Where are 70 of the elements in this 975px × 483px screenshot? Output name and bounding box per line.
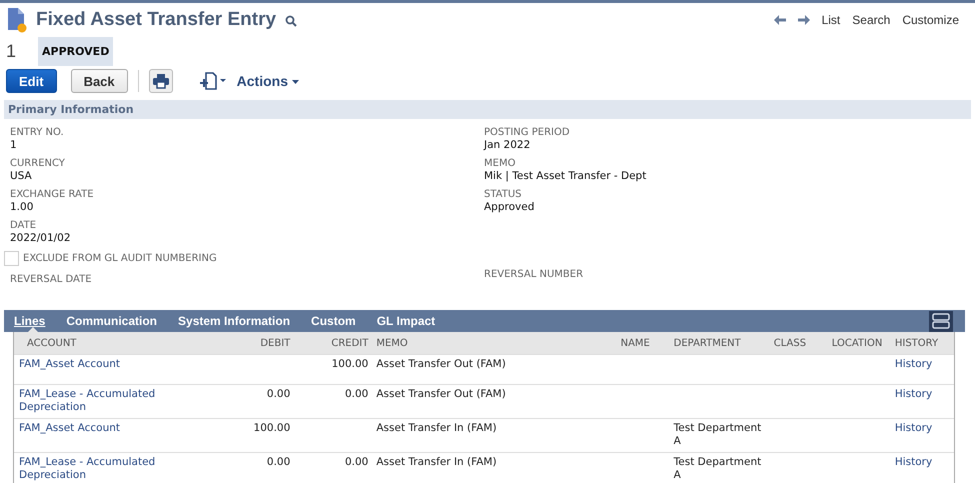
- field-label: POSTING PERIOD: [484, 127, 571, 139]
- tab[interactable]: System Information: [178, 314, 290, 328]
- field-label: STATUS: [484, 189, 523, 201]
- checkbox[interactable]: [4, 251, 19, 266]
- forward-arrow-icon[interactable]: [798, 15, 810, 25]
- tab[interactable]: Communication: [66, 314, 158, 328]
- column-header: CLASS: [770, 332, 828, 354]
- history-link[interactable]: History: [894, 456, 950, 469]
- table-cell-text: 100.00: [330, 358, 368, 371]
- table-cell-text: Asset Transfer In (FAM): [376, 422, 498, 435]
- actions-menu[interactable]: Actions: [236, 73, 300, 89]
- field-value: 1.00: [10, 201, 34, 214]
- field-value: USA: [10, 170, 33, 183]
- column-header: CREDIT: [294, 332, 372, 354]
- tab[interactable]: GL Impact: [376, 314, 436, 328]
- history-link[interactable]: History: [894, 388, 950, 401]
- table-cell-text: Asset Transfer Out (FAM): [376, 358, 507, 371]
- record-number: 1: [6, 40, 18, 62]
- nav-link[interactable]: List: [822, 13, 840, 27]
- nav-link[interactable]: Search: [852, 13, 890, 27]
- field-value: Mik | Test Asset Transfer - Dept: [484, 170, 648, 183]
- section-title: Primary Information: [8, 103, 134, 116]
- field-value: 2022/01/02: [10, 232, 72, 245]
- account-link[interactable]: FAM_Lease - Accumulated Depreciation: [19, 456, 212, 482]
- document-icon: [6, 7, 28, 33]
- column-header: ACCOUNT: [14, 332, 216, 354]
- new-document-menu-icon[interactable]: [198, 72, 227, 90]
- status-badge: APPROVED: [38, 36, 114, 66]
- page-title: Fixed Asset Transfer Entry: [36, 9, 276, 31]
- history-link[interactable]: History: [894, 422, 950, 435]
- field-value: Approved: [484, 201, 536, 214]
- search-icon[interactable]: [285, 15, 298, 27]
- view-toggle-button[interactable]: [929, 310, 953, 332]
- edit-button[interactable]: Edit: [6, 69, 57, 93]
- back-arrow-icon[interactable]: [774, 15, 786, 25]
- table-cell-text: 0.00: [344, 388, 368, 401]
- table-cell-text: 0.00: [266, 456, 290, 469]
- field-value: Jan 2022: [484, 139, 532, 152]
- table-cell-text: Asset Transfer In (FAM): [376, 456, 498, 469]
- table-cell-text: Test Department A: [674, 422, 762, 448]
- history-link[interactable]: History: [894, 358, 950, 371]
- field-label: CURRENCY: [10, 158, 66, 170]
- checkbox-label: EXCLUDE FROM GL AUDIT NUMBERING: [23, 252, 217, 264]
- column-header: DEPARTMENT: [670, 332, 770, 354]
- tab[interactable]: Custom: [311, 314, 356, 328]
- column-header: NAME: [616, 332, 670, 354]
- back-button[interactable]: Back: [70, 69, 128, 93]
- table-cell-text: 0.00: [344, 456, 368, 469]
- field-value: 1: [10, 139, 18, 152]
- table-cell-text: Asset Transfer Out (FAM): [376, 388, 507, 401]
- table-cell-text: Test Department A: [674, 456, 762, 482]
- tab[interactable]: Lines: [14, 314, 46, 328]
- nav-link[interactable]: Customize: [902, 13, 959, 27]
- account-link[interactable]: FAM_Lease - Accumulated Depreciation: [19, 388, 212, 414]
- account-link[interactable]: FAM_Asset Account: [19, 358, 212, 371]
- print-button[interactable]: [148, 69, 173, 93]
- column-header: HISTORY: [890, 332, 954, 354]
- column-header: LOCATION: [828, 332, 891, 354]
- field-label: EXCHANGE RATE: [10, 189, 95, 201]
- field-label: REVERSAL NUMBER: [484, 269, 584, 281]
- field-label: MEMO: [484, 158, 516, 170]
- column-header: DEBIT: [216, 332, 294, 354]
- field-label: DATE: [10, 220, 38, 232]
- account-link[interactable]: FAM_Asset Account: [19, 422, 212, 435]
- table-cell-text: 0.00: [266, 388, 290, 401]
- caret-icon[interactable]: [290, 80, 300, 84]
- column-header: MEMO: [372, 332, 617, 354]
- table-cell-text: 100.00: [252, 422, 290, 435]
- field-label: REVERSAL DATE: [10, 274, 93, 286]
- field-label: ENTRY NO.: [10, 127, 65, 139]
